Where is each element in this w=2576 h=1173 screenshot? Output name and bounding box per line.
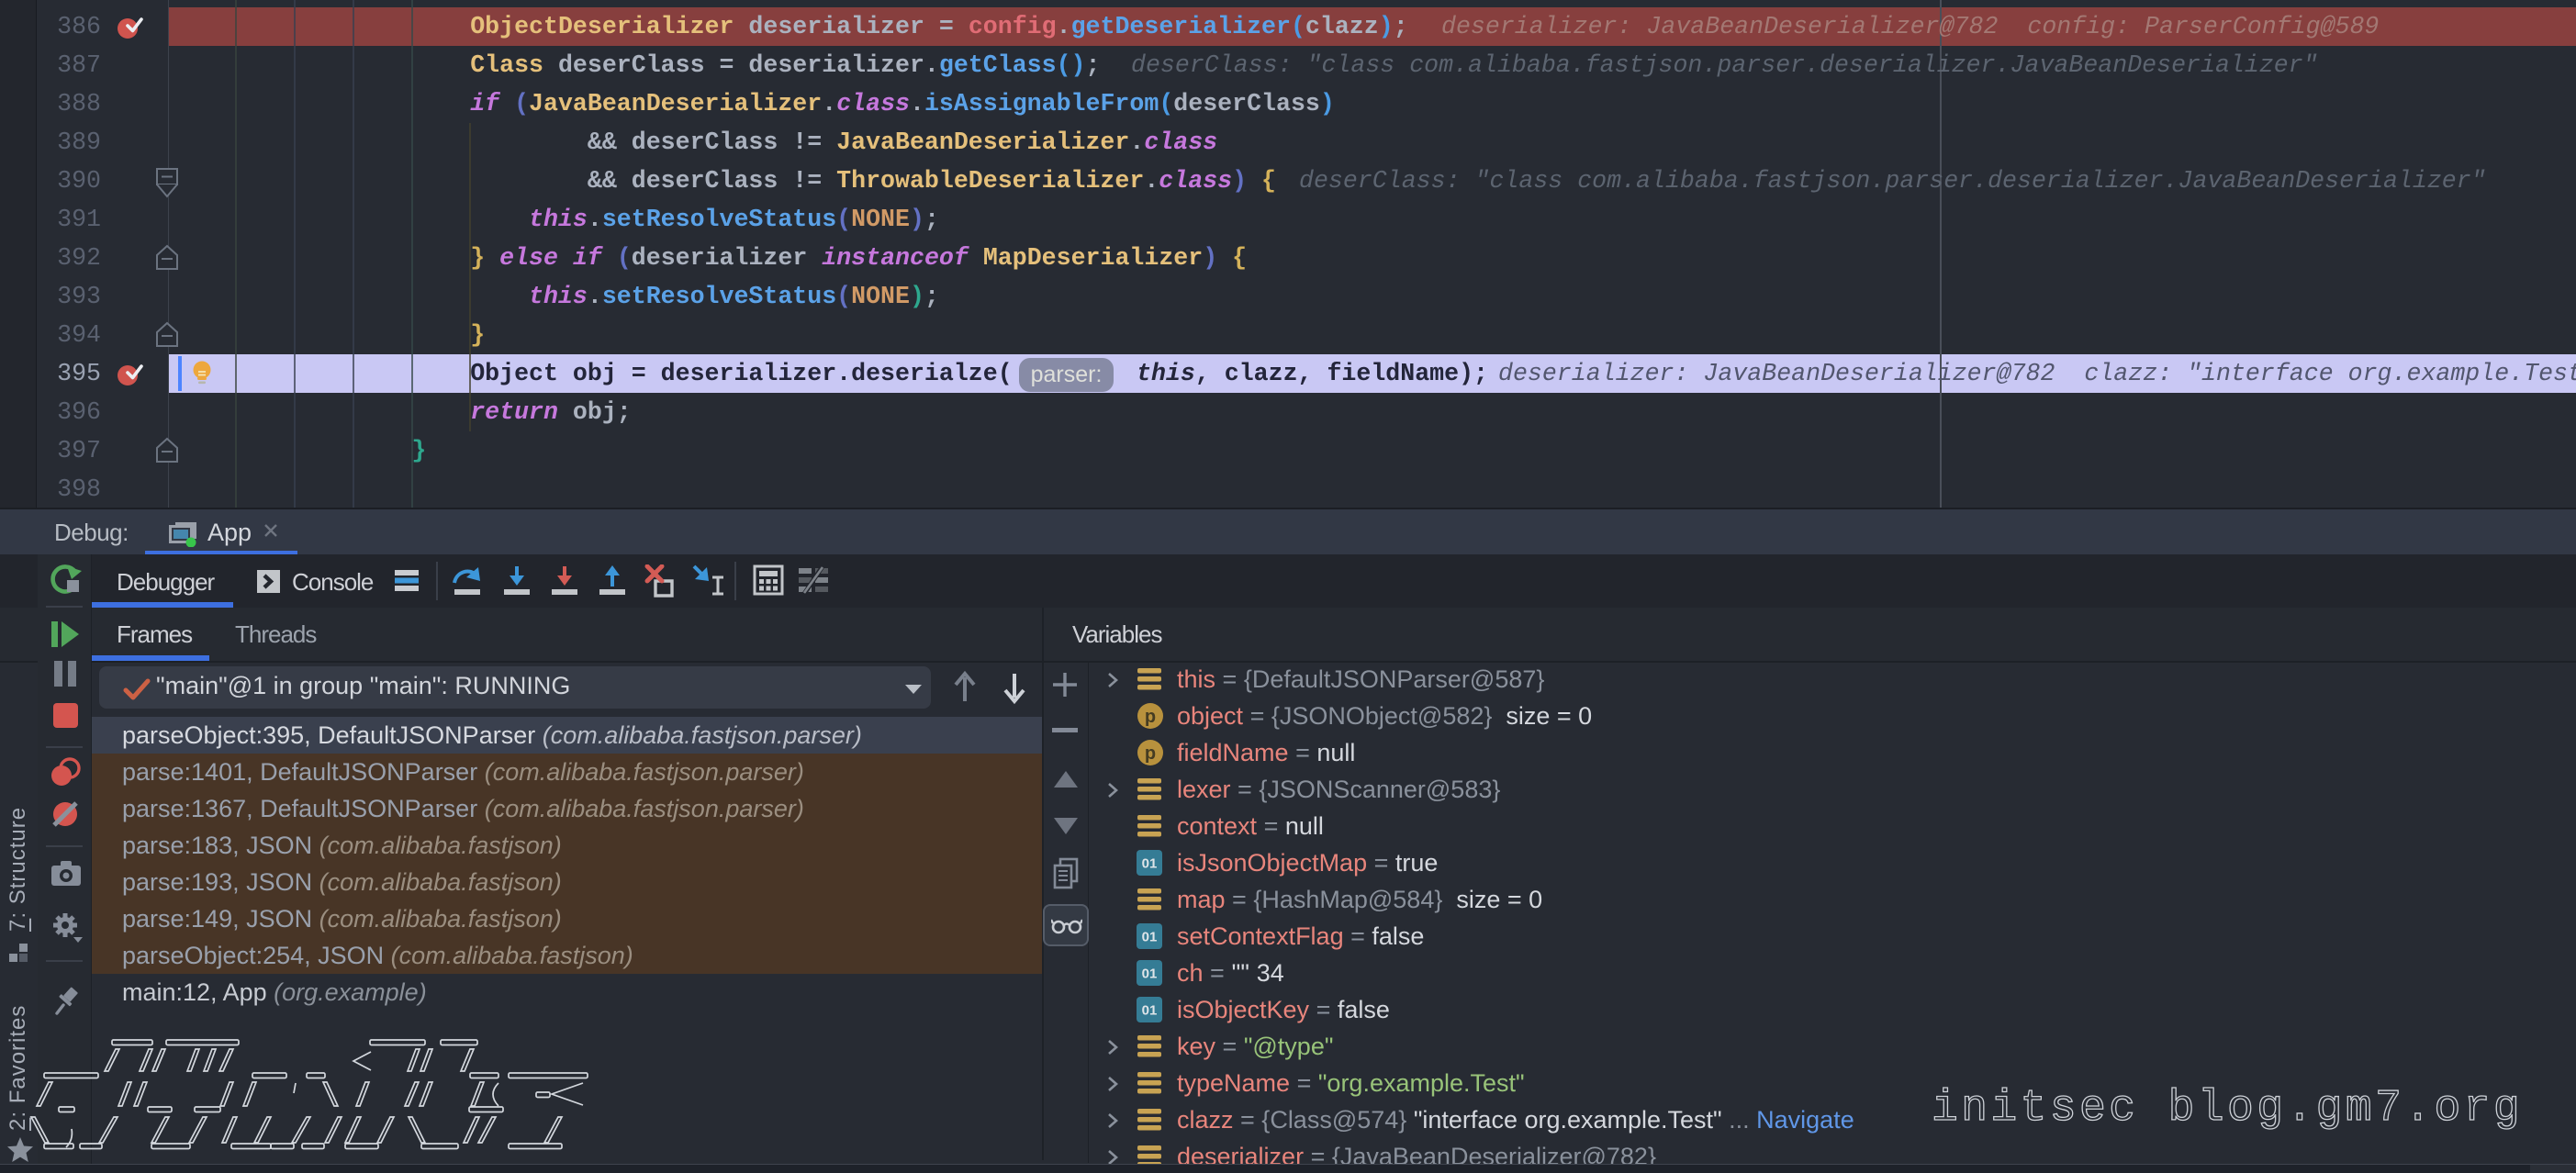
svg-text:p: p xyxy=(1145,707,1156,727)
svg-text:01: 01 xyxy=(1142,930,1158,945)
svg-text:01: 01 xyxy=(1142,966,1158,982)
svg-text:01: 01 xyxy=(1142,1003,1158,1019)
svg-text:01: 01 xyxy=(1142,856,1158,872)
svg-text:p: p xyxy=(1145,743,1156,764)
